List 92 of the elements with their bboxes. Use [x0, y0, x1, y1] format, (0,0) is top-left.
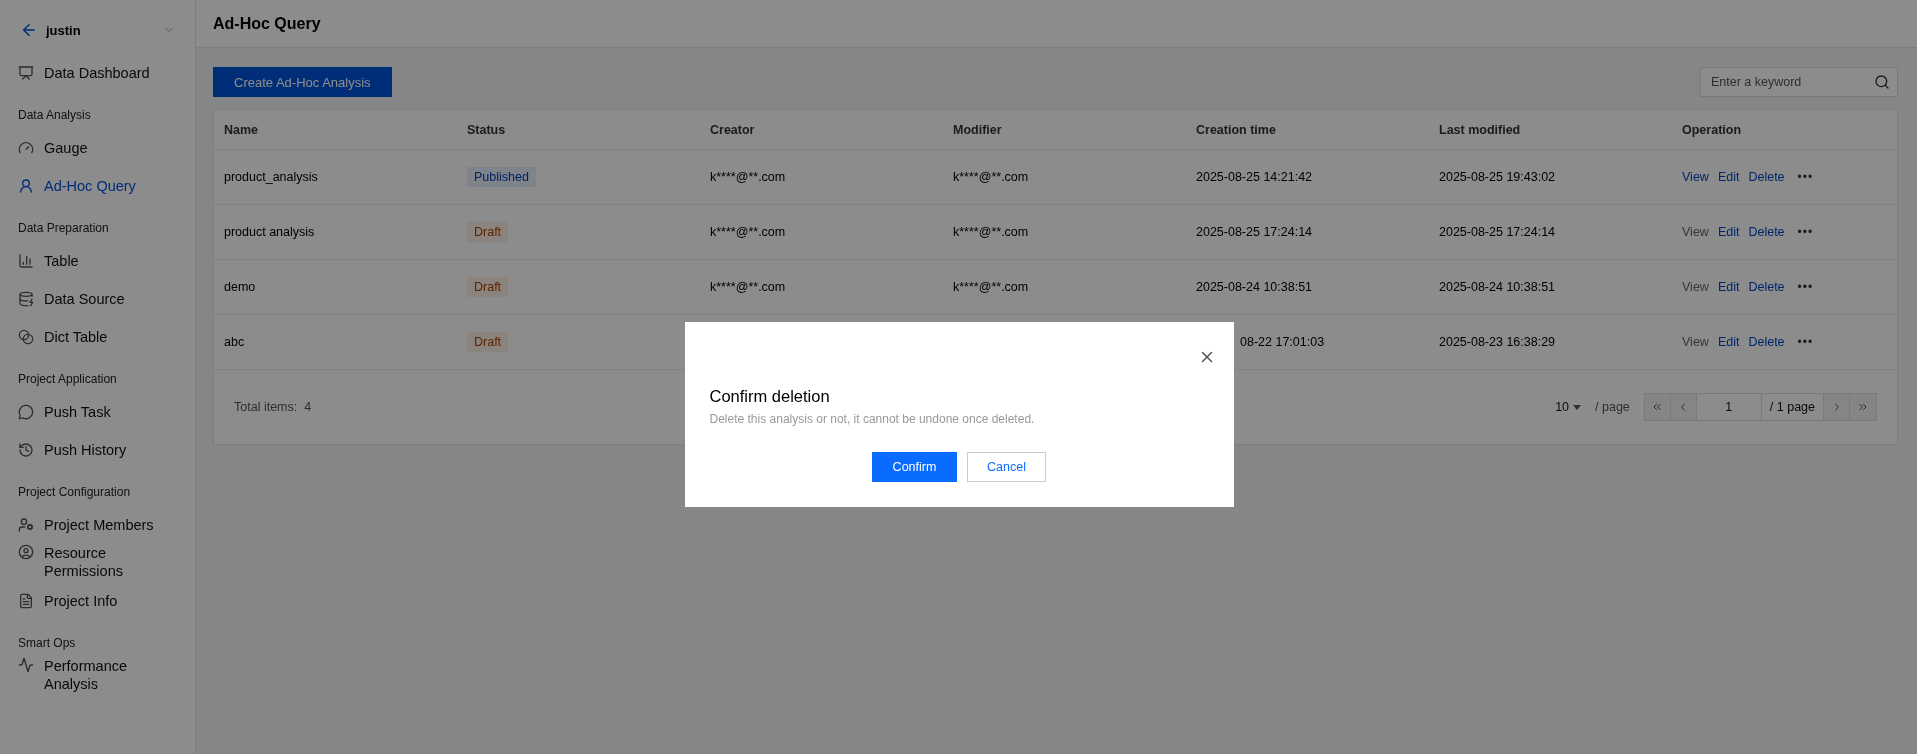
nav-icon — [18, 65, 34, 81]
status-tag: Draft — [467, 277, 509, 297]
nav-group-label: Project Configuration — [17, 484, 132, 501]
nav-item[interactable]: Resource Permissions — [0, 544, 195, 582]
table-cell-text: 2025-08-24 10:38:51 — [1196, 280, 1314, 294]
project-name: justin — [46, 22, 82, 38]
nav-item[interactable]: Push History — [0, 431, 195, 469]
nav-item[interactable]: Gauge — [0, 129, 195, 167]
nav-item[interactable]: Data Dashboard — [0, 54, 195, 92]
last-page-icon — [1857, 401, 1869, 413]
nav-icon — [18, 253, 34, 269]
nav-icon — [18, 404, 34, 420]
nav-item[interactable]: Dict Table — [0, 318, 195, 356]
table-cell-text: k****@**.com — [953, 280, 1030, 294]
first-page-icon — [1651, 401, 1664, 413]
nav-item[interactable]: Project Info — [0, 582, 195, 620]
nav-item[interactable]: Performance Analysis — [0, 657, 195, 695]
table-cell-text: k****@**.com — [953, 170, 1030, 184]
nav-item[interactable]: Data Source — [0, 280, 195, 318]
status-tag: Published — [467, 167, 536, 187]
nav-item[interactable]: Ad-Hoc Query — [0, 167, 195, 205]
table-cell-text: 08-22 17:01:03 — [1239, 335, 1326, 349]
more-button[interactable]: ••• — [1797, 170, 1814, 184]
table-cell-text: product analysis — [224, 225, 316, 239]
page-size-label: / page — [1595, 400, 1630, 414]
more-button[interactable]: ••• — [1797, 335, 1814, 349]
caret-icon — [1573, 404, 1582, 410]
table-cell-text: 2025-08-25 19:43:02 — [1439, 170, 1557, 184]
nav-icon — [18, 657, 34, 673]
cancel-button[interactable]: Cancel — [967, 452, 1046, 482]
nav-icon — [18, 291, 34, 307]
column-header: Last modified — [1439, 122, 1522, 137]
operation-link[interactable]: Delete — [1748, 170, 1785, 184]
dialog-title: Confirm deletion — [709, 387, 831, 406]
dialog-message: Delete this analysis or not, it cannot be undone once deleted. — [709, 412, 1036, 426]
search-icon[interactable] — [1874, 74, 1890, 90]
table-cell-text: k****@**.com — [710, 170, 787, 184]
operation-link[interactable]: Edit — [1717, 170, 1740, 184]
nav-icon — [18, 442, 34, 458]
nav-icon — [18, 178, 34, 194]
table-cell-text: k****@**.com — [953, 225, 1030, 239]
table-cell-text: 2025-08-23 16:38:29 — [1439, 335, 1557, 349]
operation-link[interactable]: Edit — [1717, 225, 1740, 239]
total-items: Total items: 4 — [234, 400, 312, 414]
nav-icon — [18, 544, 34, 560]
column-header: Name — [224, 122, 260, 137]
table-cell-text: k****@**.com — [710, 225, 787, 239]
more-button[interactable]: ••• — [1797, 280, 1814, 294]
column-header: Creator — [710, 122, 756, 137]
nav-icon — [18, 593, 34, 609]
table-cell-text: 2025-08-24 10:38:51 — [1439, 280, 1557, 294]
operation-link[interactable]: Delete — [1748, 225, 1785, 239]
page-title: Ad-Hoc Query — [213, 14, 321, 33]
prev-page-button[interactable] — [1670, 394, 1697, 420]
nav-group-label: Data Preparation — [17, 220, 110, 237]
column-header: Creation time — [1196, 122, 1277, 137]
operation-link[interactable]: View — [1682, 170, 1709, 184]
nav-group-label: Smart Ops — [17, 635, 77, 652]
first-page-button[interactable] — [1644, 394, 1671, 420]
nav-group-label: Project Application — [17, 371, 118, 388]
nav-item[interactable]: Table — [0, 242, 195, 280]
table-cell-text: 2025-08-25 17:24:14 — [1196, 225, 1314, 239]
search-field[interactable]: Enter a keyword — [1700, 67, 1898, 97]
nav-icon — [18, 140, 34, 156]
operation-link[interactable]: Edit — [1717, 280, 1740, 294]
nav-icon — [18, 329, 34, 345]
table-cell-text: 2025-08-25 14:21:42 — [1196, 170, 1314, 184]
table-cell-text: k****@**.com — [710, 280, 787, 294]
pager-bar[interactable]: 1 / 1 page — [1643, 393, 1877, 421]
status-tag: Draft — [467, 332, 509, 352]
table-cell-text: 2025-08-25 17:24:14 — [1439, 225, 1557, 239]
column-header: Status — [467, 122, 507, 137]
last-page-button[interactable] — [1850, 394, 1876, 420]
operation-link[interactable]: Edit — [1717, 335, 1740, 349]
column-header: Modifier — [953, 122, 1003, 137]
nav-item[interactable]: Push Task — [0, 393, 195, 431]
next-page-button[interactable] — [1824, 394, 1850, 420]
nav-icon — [18, 517, 34, 533]
column-header: Operation — [1682, 122, 1743, 137]
page-size-select[interactable]: 10 — [1555, 400, 1582, 414]
operation-link[interactable]: Delete — [1748, 335, 1785, 349]
status-tag: Draft — [467, 222, 509, 242]
confirm-button[interactable]: Confirm — [872, 452, 957, 482]
table-cell-text: demo — [224, 280, 257, 294]
operation-link[interactable]: Delete — [1748, 280, 1785, 294]
table-cell-text: abc — [224, 335, 246, 349]
create-button[interactable]: Create Ad-Hoc Analysis — [213, 67, 392, 97]
table-cell-text: product_analysis — [224, 170, 319, 184]
back-icon[interactable] — [20, 21, 38, 39]
more-button[interactable]: ••• — [1797, 225, 1814, 239]
nav-group-label: Data Analysis — [17, 107, 92, 124]
nav-item[interactable]: Project Members — [0, 506, 195, 544]
